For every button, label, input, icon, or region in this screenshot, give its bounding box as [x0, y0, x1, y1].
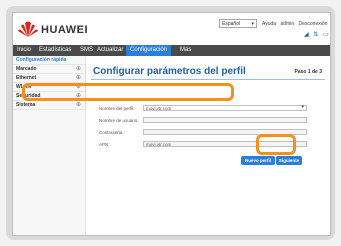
help-link[interactable]: Ayuda [262, 21, 276, 27]
sidebar-item-label: Ethernet [16, 75, 37, 81]
password-label: Contraseña: [99, 130, 124, 135]
next-highlight [256, 134, 296, 155]
header: HUAWEI Español ▾ Ayuda admin Desconexión… [13, 13, 330, 45]
expand-icon[interactable]: ⊕ [76, 65, 81, 73]
title-divider [91, 79, 325, 80]
expand-icon[interactable]: ⊕ [76, 101, 81, 109]
nav-configuracion[interactable]: Configuración [126, 45, 172, 56]
apn-label: APN: [99, 142, 110, 147]
language-value: Español [222, 21, 241, 27]
browser-screen: HUAWEI Español ▾ Ayuda admin Desconexión… [12, 12, 331, 236]
status-icons: ◢ ⇅ ▭ [301, 31, 329, 38]
nav-inicio[interactable]: Inicio [13, 45, 35, 56]
chevron-down-icon: ▾ [301, 104, 304, 110]
apn-value: movi.vtr.com [146, 142, 172, 147]
next-button[interactable]: Siguiente [276, 156, 302, 165]
step-indicator: Paso 1 de 3 [294, 69, 322, 75]
new-profile-button[interactable]: Nuevo perfil [241, 156, 275, 165]
nav-mas[interactable]: Más [176, 45, 195, 56]
expand-icon[interactable]: ⊕ [76, 74, 81, 82]
signal-icon: ◢ [304, 32, 309, 38]
sidebar-item-label: Sistema [16, 102, 36, 108]
language-select[interactable]: Español ▾ [219, 19, 257, 28]
top-links: Ayuda admin Desconexión [262, 21, 330, 27]
profile-select[interactable]: movi.vtr.com ▾ [143, 105, 307, 111]
data-transfer-icon: ⇅ [313, 32, 319, 38]
brand-name: HUAWEI [41, 24, 88, 36]
user-field[interactable] [143, 117, 307, 123]
nav-estadisticas[interactable]: Estadísticas [35, 45, 75, 56]
profile-label: Nombre del perfil: [99, 106, 135, 111]
sidebar-item-label: Marcado [16, 66, 37, 72]
main-nav: Inicio Estadísticas SMS Actualizar Confi… [13, 45, 330, 56]
user-link[interactable]: admin [280, 21, 294, 27]
sidebar-item-label: Configuración rápida [16, 57, 67, 63]
profile-value: movi.vtr.com [146, 106, 172, 111]
chevron-down-icon: ▾ [251, 21, 254, 27]
huawei-logo-icon [18, 21, 38, 37]
logout-link[interactable]: Desconexión [299, 21, 328, 27]
sidebar-item-marcado[interactable]: Marcado ⊕ [13, 65, 85, 74]
user-label: Nombre de usuario: [99, 118, 139, 123]
profile-highlight [22, 83, 234, 101]
page-title: Configurar parámetros del perfil [93, 66, 246, 77]
sidebar-item-ethernet[interactable]: Ethernet ⊕ [13, 74, 85, 83]
nav-actualizar[interactable]: Actualizar [93, 45, 127, 56]
wifi-icon: ▭ [323, 32, 329, 38]
sidebar-item-sistema[interactable]: Sistema ⊕ [13, 101, 85, 110]
sidebar-item-configuracion-rapida[interactable]: Configuración rápida [13, 56, 85, 65]
